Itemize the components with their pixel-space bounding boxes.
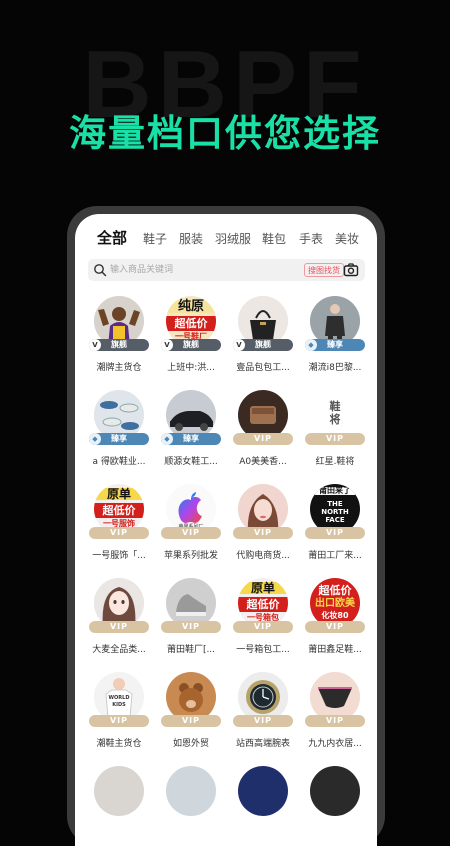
store-name: 九九内衣居... (308, 739, 362, 749)
tab-clothing[interactable]: 服装 (179, 230, 203, 247)
store-name: 一号箱包工... (236, 645, 290, 655)
store-name: 如恩外贸 (172, 739, 209, 749)
north-face-logo: THE NORTH FACE (316, 499, 354, 529)
share-badge: ◆ 臻享 (161, 433, 221, 445)
store-card[interactable]: 鞋将 VIP 红星.鞋将 (299, 390, 371, 480)
store-card[interactable]: WORLD KIDS VIP 潮鞋主货仓 (83, 672, 155, 762)
verified-icon: V (89, 339, 101, 351)
store-card[interactable] (227, 766, 299, 846)
store-card[interactable]: VIP 站西高端腕表 (227, 672, 299, 762)
vip-badge: VIP (161, 715, 221, 727)
phone-frame: 全部 鞋子 服装 羽绒服 鞋包 手表 美妆 搜图找货 (67, 206, 385, 846)
store-card[interactable]: 原单 超低价 一号服饰 VIP 一号服饰「... (83, 484, 155, 574)
store-card[interactable]: VIP 莆田鞋厂[... (155, 578, 227, 668)
diamond-icon: ◆ (89, 433, 101, 445)
store-card[interactable]: VIP A0美美香... (227, 390, 299, 480)
store-card[interactable]: V 旗舰 潮牌主货仓 (83, 296, 155, 386)
store-name: 顺源女鞋工... (164, 457, 218, 467)
search-bar: 搜图找货 (88, 259, 365, 281)
store-card[interactable] (83, 766, 155, 846)
tab-bags[interactable]: 鞋包 (262, 230, 286, 247)
store-name: 一号服饰「... (92, 551, 146, 561)
vip-badge: VIP (161, 527, 221, 539)
store-card[interactable]: 原单 超低价 一号箱包 VIP 一号箱包工... (227, 578, 299, 668)
store-card[interactable]: ◆ 臻享 顺源女鞋工... (155, 390, 227, 480)
store-name: 红星.鞋将 (315, 457, 355, 467)
vip-badge: VIP (305, 527, 365, 539)
flagship-badge: V 旗舰 (89, 339, 149, 351)
vip-badge: VIP (89, 527, 149, 539)
store-card[interactable]: VIP 代购电商货... (227, 484, 299, 574)
store-name: 壹品包包工... (236, 363, 290, 373)
store-name: 上班中:洪... (167, 363, 215, 373)
store-card[interactable]: 超低价 出口欧美 化妆80 VIP 莆田鑫足鞋... (299, 578, 371, 668)
store-card[interactable]: ◆ 臻享 潮流i8巴黎... (299, 296, 371, 386)
vip-badge: VIP (161, 621, 221, 633)
vip-badge: VIP (89, 715, 149, 727)
store-name: 苹果系列批发 (163, 551, 218, 561)
search-icon (94, 264, 107, 277)
store-name: 站西高端腕表 (235, 739, 290, 749)
store-name: 莆田鞋厂[... (166, 645, 216, 655)
store-name: 潮牌主货仓 (96, 363, 142, 373)
tab-watches[interactable]: 手表 (299, 230, 323, 247)
vip-badge: VIP (305, 715, 365, 727)
camera-icon[interactable] (343, 262, 359, 278)
store-card[interactable]: 纯原 超低价 一号鞋厂 V 旗舰 上班中:洪... (155, 296, 227, 386)
tab-cosmetics[interactable]: 美妆 (335, 230, 359, 247)
phone-screen: 全部 鞋子 服装 羽绒服 鞋包 手表 美妆 搜图找货 (75, 214, 377, 846)
verified-icon: V (161, 339, 173, 351)
diamond-icon: ◆ (305, 339, 317, 351)
diamond-icon: ◆ (161, 433, 173, 445)
store-name: A0美美香... (239, 457, 287, 467)
store-name: 大麦全品类... (92, 645, 146, 655)
share-badge: ◆ 臻享 (305, 339, 365, 351)
vip-badge: VIP (233, 621, 293, 633)
vip-badge: VIP (305, 621, 365, 633)
store-avatar (166, 766, 216, 816)
vip-badge: VIP (89, 621, 149, 633)
vip-badge: VIP (233, 715, 293, 727)
flagship-badge: V 旗舰 (233, 339, 293, 351)
vip-badge: VIP (233, 433, 293, 445)
store-name: 代购电商货... (236, 551, 290, 561)
flagship-badge: V 旗舰 (161, 339, 221, 351)
store-name: a 得欧鞋业... (92, 457, 146, 467)
store-card[interactable]: VIP 九九内衣居... (299, 672, 371, 762)
store-avatar (94, 766, 144, 816)
store-card[interactable]: V 旗舰 壹品包包工... (227, 296, 299, 386)
store-card[interactable]: VIP 如恩外贸 (155, 672, 227, 762)
store-card[interactable]: 莆田来了 THE NORTH FACE VIP 莆田工厂来... (299, 484, 371, 574)
tab-down-jacket[interactable]: 羽绒服 (215, 230, 251, 247)
store-name: 莆田鑫足鞋... (308, 645, 362, 655)
store-card[interactable]: VIP 大麦全品类... (83, 578, 155, 668)
category-tabs: 全部 鞋子 服装 羽绒服 鞋包 手表 美妆 (75, 224, 377, 252)
share-badge: ◆ 臻享 (89, 433, 149, 445)
store-avatar (238, 766, 288, 816)
store-card[interactable]: ◆ 臻享 a 得欧鞋业... (83, 390, 155, 480)
store-name: 潮流i8巴黎... (308, 363, 362, 373)
verified-icon: V (233, 339, 245, 351)
store-card[interactable] (299, 766, 371, 846)
search-input[interactable] (110, 260, 285, 280)
tab-all[interactable]: 全部 (97, 227, 127, 248)
store-name: 莆田工厂来... (308, 551, 362, 561)
store-name: 潮鞋主货仓 (96, 739, 142, 749)
store-avatar (310, 766, 360, 816)
store-card[interactable] (155, 766, 227, 846)
vip-badge: VIP (305, 433, 365, 445)
headline: 海量档口供您选择 (69, 112, 381, 155)
store-card[interactable]: 苹果系列厂 VIP 苹果系列批发 (155, 484, 227, 574)
tab-shoes[interactable]: 鞋子 (143, 230, 167, 247)
vip-badge: VIP (233, 527, 293, 539)
image-search-button[interactable]: 搜图找货 (304, 263, 344, 277)
